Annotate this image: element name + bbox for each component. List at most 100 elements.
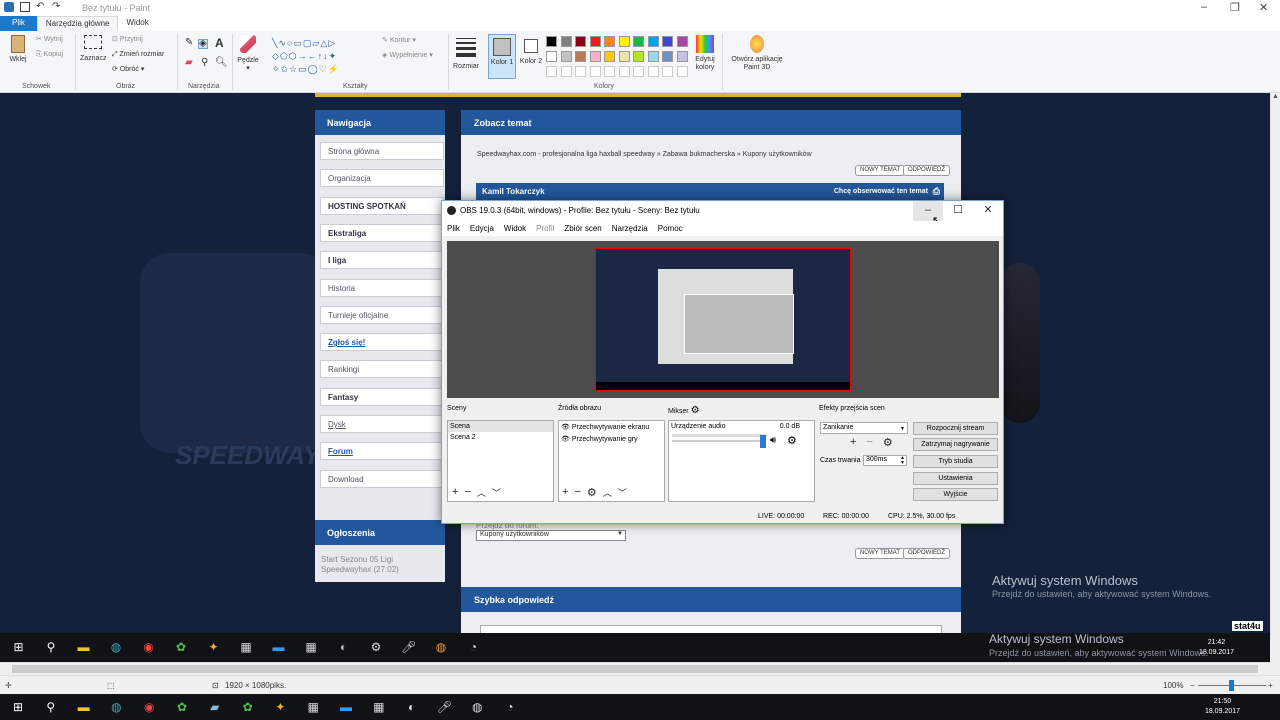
volume-slider[interactable] <box>672 440 764 442</box>
mixer-channel-gear-icon[interactable]: ⚙ <box>787 434 797 447</box>
palette-swatch-empty[interactable] <box>560 66 572 77</box>
new-topic-button[interactable]: NOWY TEMAT <box>855 165 906 176</box>
microphone-icon[interactable]: 🎤︎ <box>436 699 452 715</box>
breadcrumb[interactable]: Speedwayhax.com - profesjonalna liga hax… <box>477 151 812 158</box>
app-icon[interactable]: ◍ <box>434 640 449 655</box>
palette-swatch[interactable] <box>546 36 557 47</box>
nav-item[interactable]: Organizacja <box>320 169 444 188</box>
fill-button[interactable]: ◈ Wypełnienie ▾ <box>382 52 433 60</box>
scroll-thumb[interactable] <box>12 665 1258 673</box>
app-icon[interactable]: ◍ <box>469 699 485 715</box>
tab-file[interactable]: Plik <box>0 16 37 31</box>
magnifier-icon[interactable]: 🔍︎ <box>215 58 228 68</box>
spin-arrows-icon[interactable]: ▲ ▼ <box>900 456 905 466</box>
move-up-icon[interactable]: ︿ <box>477 486 486 499</box>
add-scene-icon[interactable]: + <box>452 486 458 499</box>
post-author[interactable]: Kamil Tokarczyk <box>482 187 545 196</box>
remove-transition-icon[interactable]: − <box>866 436 872 449</box>
edit-colors-button[interactable]: Edytuj kolory <box>692 35 718 72</box>
mixer-gear-icon[interactable]: ⚙ <box>691 405 700 416</box>
zoom-slider-handle[interactable] <box>1229 680 1234 691</box>
palette-swatch[interactable] <box>676 51 688 62</box>
undo-icon[interactable]: ↶ <box>36 2 46 12</box>
move-up-icon[interactable]: ︿ <box>603 486 612 499</box>
source-item[interactable]: 👁︎ Przechwytywanie gry <box>559 433 664 445</box>
jump-to-forum-select[interactable]: Kupony użytkowników ▼ <box>476 530 626 541</box>
palette-swatch[interactable] <box>560 36 572 47</box>
app-icon[interactable]: ◍ <box>109 640 124 655</box>
search-icon[interactable]: ⚲ <box>44 640 59 655</box>
search-icon[interactable]: ⚲ <box>43 699 59 715</box>
palette-swatch-empty[interactable] <box>589 66 601 77</box>
size-button[interactable]: Rozmiar <box>452 38 480 71</box>
studio-mode-button[interactable]: Tryb studia <box>913 455 998 468</box>
vertical-scrollbar[interactable]: ▲ <box>1270 93 1280 640</box>
eye-icon[interactable]: 👁︎ <box>561 436 570 443</box>
color2-button[interactable]: Kolor 2 <box>518 34 544 66</box>
fill-tool-icon[interactable]: ◈ <box>198 39 208 49</box>
minimize-icon[interactable]: – <box>1201 1 1207 13</box>
palette-swatch[interactable] <box>647 51 659 62</box>
nav-item[interactable]: Forum <box>320 442 444 461</box>
palette-swatch[interactable] <box>604 36 615 47</box>
color-picker-icon[interactable]: ⚲ <box>201 58 208 68</box>
app-icon[interactable]: ✿ <box>174 699 190 715</box>
resize-button[interactable]: ⤢ Zmień rozmiar <box>112 51 164 59</box>
obs-maximize-icon[interactable]: ☐ <box>943 201 973 221</box>
close-icon[interactable]: ✕ <box>1259 1 1268 14</box>
palette-swatch-empty[interactable] <box>604 66 615 77</box>
shapes-gallery[interactable]: ╲∿○▭▢▱△▷ ◇⬠⬡→←↑↓✦ ✧✩☆▭◯♡⚡ <box>272 37 370 76</box>
nav-item[interactable]: Historia <box>320 278 444 297</box>
file-explorer-icon[interactable]: ▬ <box>76 699 92 715</box>
nav-item[interactable]: HOSTING SPOTKAŃ <box>320 196 444 215</box>
exit-button[interactable]: Wyjście <box>913 488 998 501</box>
color1-button[interactable]: Kolor 1 <box>488 34 516 79</box>
palette-swatch-empty[interactable] <box>662 66 673 77</box>
start-icon[interactable]: ⊞ <box>11 640 26 655</box>
app-icon[interactable]: ▦ <box>239 640 254 655</box>
app-icon[interactable]: ✿ <box>240 699 256 715</box>
paint3d-button[interactable]: Otwórz aplikację Paint 3D <box>727 35 787 72</box>
obs-menu-help[interactable]: Pomoc <box>658 221 683 236</box>
paste-button[interactable]: Wklej <box>6 35 30 64</box>
nav-item[interactable]: Zgłoś się! <box>320 333 444 352</box>
copy-button[interactable]: ⎘ Kopiuj <box>36 51 63 59</box>
app-icon[interactable]: ✦ <box>272 699 288 715</box>
palette-swatch[interactable] <box>560 51 572 62</box>
palette-swatch-empty[interactable] <box>575 66 586 77</box>
obs-preview[interactable] <box>447 241 999 398</box>
printer-icon[interactable]: ⎙ <box>933 186 940 197</box>
palette-swatch[interactable] <box>633 51 644 62</box>
obs-menu-tools[interactable]: Narzędzia <box>612 221 648 236</box>
palette-swatch[interactable] <box>575 51 586 62</box>
obs-menu-scene-collection[interactable]: Zbiór scen <box>564 221 601 236</box>
app-icon[interactable]: ▬ <box>338 699 354 715</box>
scroll-up-icon[interactable]: ▲ <box>1271 93 1280 100</box>
obs-close-icon[interactable]: ✕ <box>973 201 1003 221</box>
select-button[interactable]: Zaznacz <box>80 35 106 63</box>
pencil-tool-icon[interactable]: ✎ <box>185 38 193 48</box>
scene-item[interactable]: Scena <box>448 421 553 432</box>
palette-swatch[interactable] <box>662 36 673 47</box>
palette-swatch[interactable] <box>575 36 586 47</box>
speaker-icon[interactable]: 🔊︎ <box>770 435 776 446</box>
app-icon[interactable]: ▰ <box>207 699 223 715</box>
app-icon[interactable]: ✦ <box>206 640 221 655</box>
tab-home[interactable]: Narzędzia główne <box>36 16 119 31</box>
obs-menu-file[interactable]: Plik <box>447 221 460 236</box>
app-icon[interactable]: ▦ <box>305 699 321 715</box>
nav-item[interactable]: Ekstraliga <box>320 223 444 242</box>
volume-handle[interactable] <box>760 435 766 448</box>
start-stream-button[interactable]: Rozpocznij stream <box>913 422 998 435</box>
chrome-icon[interactable]: ◉ <box>141 699 157 715</box>
rotate-button[interactable]: ⟳ Obróć ▾ <box>112 66 144 74</box>
file-explorer-icon[interactable]: ▬ <box>76 640 91 655</box>
nav-item[interactable]: I liga <box>320 251 444 270</box>
app-icon[interactable]: ◐ <box>404 699 420 715</box>
obs-icon[interactable]: ◔ <box>466 640 481 655</box>
remove-source-icon[interactable]: − <box>574 486 580 499</box>
calculator-icon[interactable]: ▦ <box>304 640 319 655</box>
palette-swatch[interactable] <box>589 36 601 47</box>
palette-swatch[interactable] <box>604 51 615 62</box>
palette-swatch-empty[interactable] <box>618 66 630 77</box>
